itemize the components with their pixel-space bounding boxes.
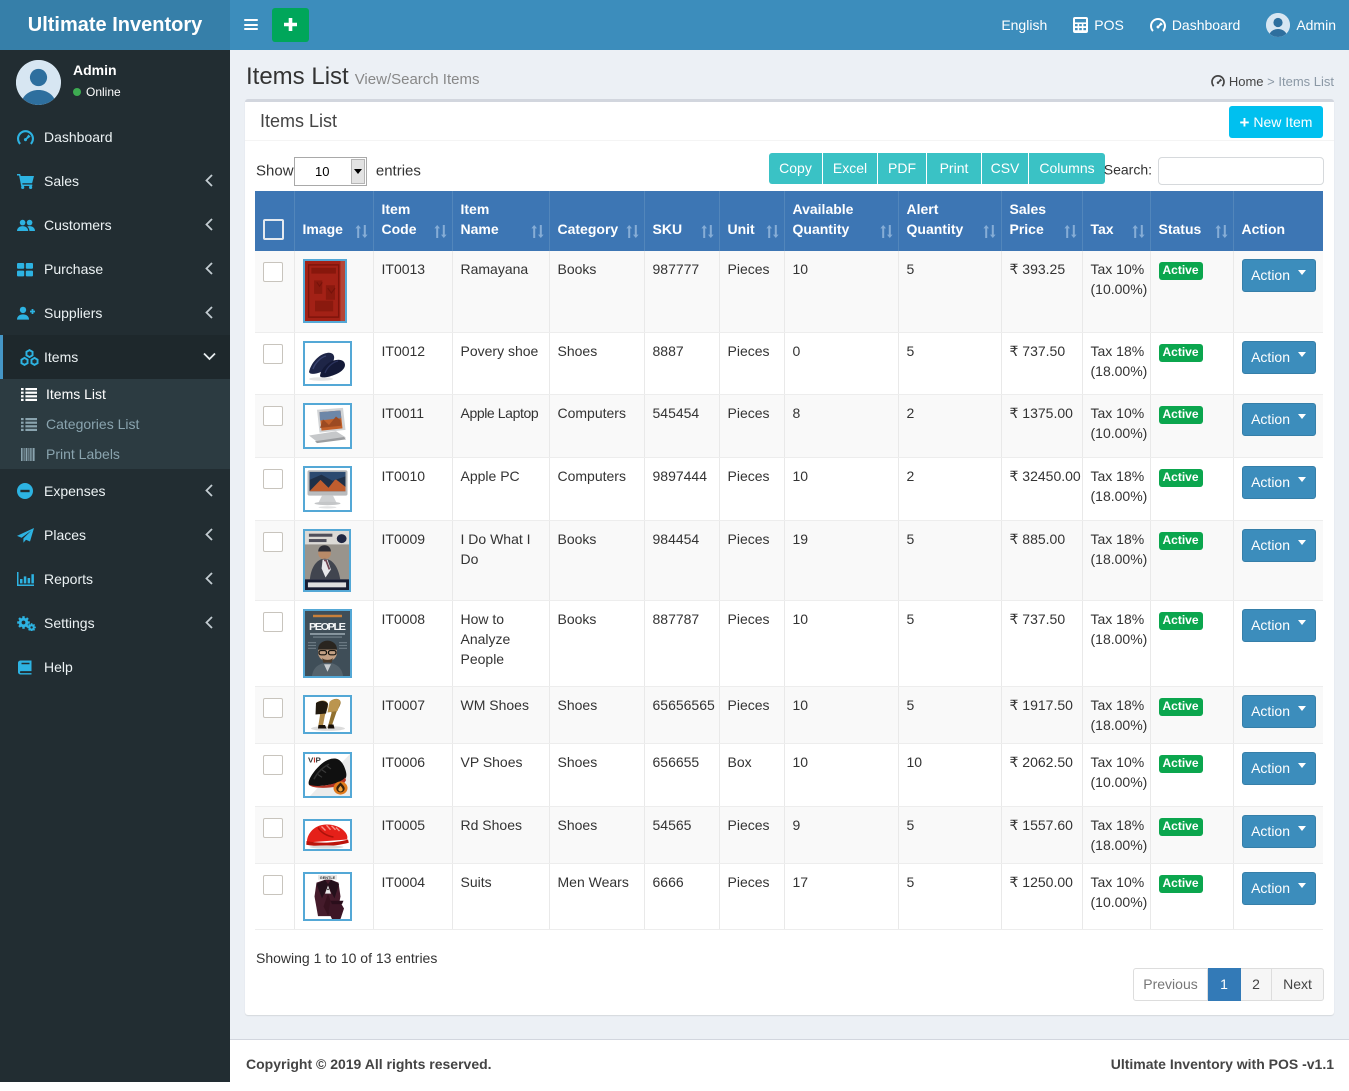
svg-text:GENTLE: GENTLE [319, 875, 335, 879]
svg-text:VIP: VIP [308, 755, 321, 764]
svg-text:PEOPLE: PEOPLE [309, 621, 346, 633]
